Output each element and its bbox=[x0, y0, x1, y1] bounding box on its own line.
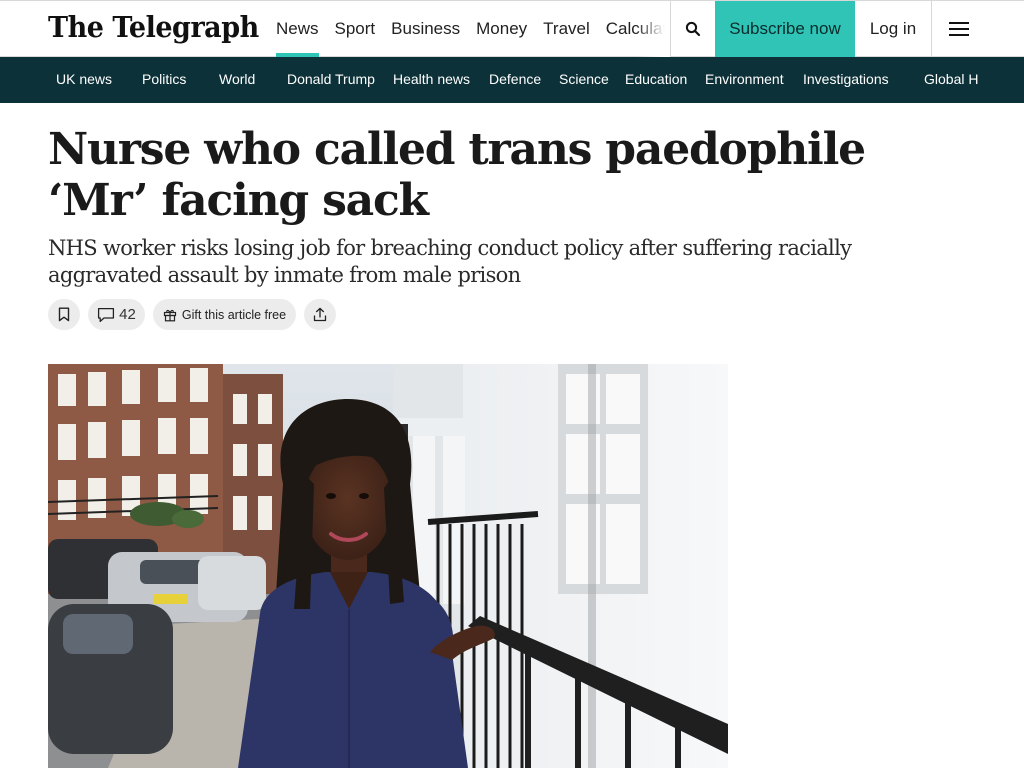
comment-icon bbox=[98, 307, 115, 322]
search-icon bbox=[685, 21, 701, 37]
subnav-item-defence[interactable]: Defence bbox=[489, 57, 541, 103]
share-button[interactable] bbox=[304, 299, 336, 330]
telegraph-logo[interactable]: The Telegraph bbox=[48, 10, 259, 44]
login-button[interactable]: Log in bbox=[855, 1, 931, 57]
comments-button[interactable]: 42 bbox=[88, 299, 145, 330]
section-subnav: UK news Politics World Donald Trump Heal… bbox=[0, 57, 1024, 103]
menu-button[interactable] bbox=[931, 1, 985, 57]
gift-article-button[interactable]: Gift this article free bbox=[153, 299, 296, 330]
nav-item-money[interactable]: Money bbox=[468, 1, 535, 57]
share-icon bbox=[313, 307, 327, 322]
hamburger-menu-icon bbox=[948, 22, 969, 36]
gift-icon bbox=[163, 309, 176, 321]
nav-item-news[interactable]: News bbox=[268, 1, 327, 57]
site-header: The Telegraph News Sport Business Money Trav… bbox=[0, 0, 1024, 57]
gift-article-label: Gift this article free bbox=[181, 307, 287, 322]
nav-item-travel[interactable]: Travel bbox=[535, 1, 598, 57]
subnav-item-uk-news[interactable]: UK news bbox=[56, 57, 112, 103]
subnav-item-politics[interactable]: Politics bbox=[142, 57, 186, 103]
subscribe-button[interactable]: Subscribe now bbox=[715, 1, 855, 57]
subnav-item-education[interactable]: Education bbox=[625, 57, 687, 103]
nav-item-calculators[interactable]: Calculators bbox=[598, 1, 670, 57]
article-standfirst: NHS worker risks losing job for breachin… bbox=[48, 236, 852, 287]
search-button[interactable] bbox=[670, 1, 715, 57]
article-hero-image bbox=[48, 364, 728, 768]
bookmark-icon bbox=[58, 307, 70, 322]
subnav-item-environment[interactable]: Environment bbox=[705, 57, 784, 103]
nav-item-sport[interactable]: Sport bbox=[327, 1, 384, 57]
subnav-item-investigations[interactable]: Investigations bbox=[803, 57, 889, 103]
subnav-item-health-news[interactable]: Health news bbox=[393, 57, 470, 103]
subnav-item-world[interactable]: World bbox=[219, 57, 255, 103]
comments-count: 42 bbox=[119, 306, 136, 323]
save-article-button[interactable] bbox=[48, 299, 80, 330]
article-headline: Nurse who called trans paedophile ‘Mr’ f… bbox=[48, 124, 866, 226]
subnav-item-donald-trump[interactable]: Donald Trump bbox=[287, 57, 375, 103]
nav-item-business[interactable]: Business bbox=[383, 1, 468, 57]
subnav-item-global-health[interactable]: Global H bbox=[924, 57, 978, 103]
main-nav: NewsSportBusinessMoneyTravelCalculators bbox=[268, 1, 670, 57]
subnav-item-science[interactable]: Science bbox=[559, 57, 609, 103]
